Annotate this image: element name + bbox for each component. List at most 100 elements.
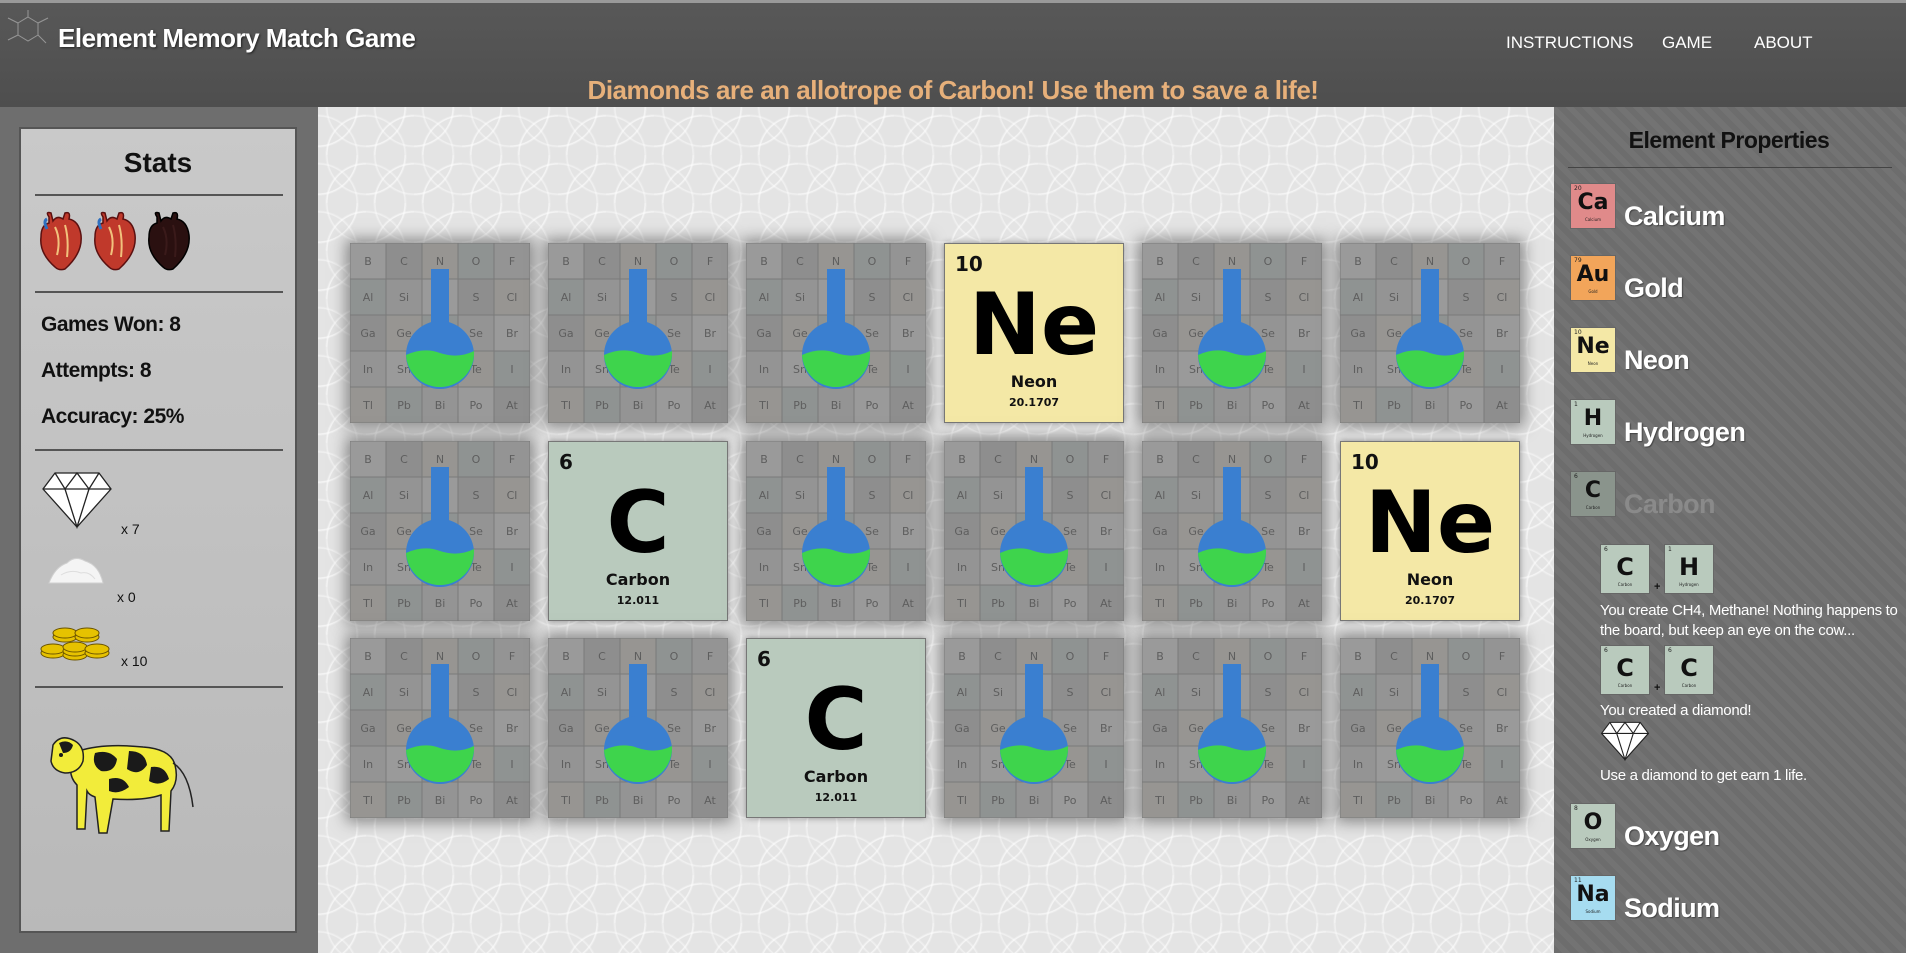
svg-text:Si: Si <box>795 291 805 304</box>
element-name-gold[interactable]: Gold <box>1624 273 1684 304</box>
card-hidden[interactable]: BCNOFAlSiPSClGaGeAsSeBrInSnSbTeITlPbBiPo… <box>1142 638 1322 818</box>
card-hidden[interactable]: BCNOFAlSiPSClGaGeAsSeBrInSnSbTeITlPbBiPo… <box>746 243 926 423</box>
svg-text:N: N <box>832 453 840 466</box>
element-tile-hydrogen[interactable]: 1 H Hydrogen <box>1570 399 1616 445</box>
svg-text:Ge: Ge <box>396 327 412 340</box>
card-neon[interactable]: 10 Ne Neon 20.1707 <box>1340 441 1520 621</box>
card-hidden[interactable]: BCNOFAlSiPSClGaGeAsSeBrInSnSbTeITlPbBiPo… <box>350 441 530 621</box>
element-name-calcium[interactable]: Calcium <box>1624 201 1725 232</box>
svg-text:Ge: Ge <box>990 722 1006 735</box>
svg-text:Pb: Pb <box>1189 399 1203 412</box>
svg-text:Pb: Pb <box>1189 794 1203 807</box>
svg-text:Si: Si <box>597 291 607 304</box>
svg-text:N: N <box>832 255 840 268</box>
flask-icon: BCNOFAlSiPSClGaGeAsSeBrInSnSbTeITlPbBiPo… <box>746 243 926 423</box>
svg-text:Al: Al <box>759 489 770 502</box>
svg-text:Cl: Cl <box>705 291 716 304</box>
svg-text:S: S <box>1265 686 1272 699</box>
element-tile-sodium[interactable]: 11 Na Sodium <box>1570 875 1616 921</box>
svg-text:I: I <box>510 363 513 376</box>
svg-text:Tl: Tl <box>560 399 571 412</box>
svg-text:Br: Br <box>1100 525 1113 538</box>
svg-text:F: F <box>1103 650 1109 663</box>
element-name-oxygen[interactable]: Oxygen <box>1624 821 1720 852</box>
nav-instructions[interactable]: INSTRUCTIONS <box>1506 33 1634 53</box>
svg-text:N: N <box>436 453 444 466</box>
heart-life-icon <box>40 211 82 271</box>
svg-text:Bi: Bi <box>831 399 842 412</box>
game-board: BCNOFAlSiPSClGaGeAsSeBrInSnSbTeITlPbBiPo… <box>318 107 1554 953</box>
tile-symbol: Ca <box>1577 190 1609 215</box>
svg-text:Cl: Cl <box>1101 686 1112 699</box>
element-tile-oxygen[interactable]: 8 O Oxygen <box>1570 803 1616 849</box>
salt-count: x 0 <box>117 589 136 605</box>
card-carbon[interactable]: 6 C Carbon 12.011 <box>746 638 926 818</box>
svg-text:Al: Al <box>1155 686 1166 699</box>
svg-text:Br: Br <box>704 722 717 735</box>
element-tile-neon[interactable]: 10 Ne Neon <box>1570 327 1616 373</box>
card-neon[interactable]: 10 Ne Neon 20.1707 <box>944 243 1124 423</box>
card-carbon[interactable]: 6 C Carbon 12.011 <box>548 441 728 621</box>
svg-text:Po: Po <box>470 597 483 610</box>
accuracy: Accuracy: 25% <box>41 405 184 428</box>
svg-text:N: N <box>1426 255 1434 268</box>
svg-text:I: I <box>1500 363 1503 376</box>
card-hidden[interactable]: BCNOFAlSiPSClGaGeAsSeBrInSnSbTeITlPbBiPo… <box>1340 243 1520 423</box>
svg-text:Br: Br <box>1298 327 1311 340</box>
svg-text:In: In <box>1353 758 1363 771</box>
svg-text:Cl: Cl <box>507 489 518 502</box>
attempts: Attempts: 8 <box>41 359 152 382</box>
svg-text:Br: Br <box>1100 722 1113 735</box>
svg-text:Cl: Cl <box>1101 489 1112 502</box>
tile-symbol: Ne <box>1576 334 1610 359</box>
svg-text:Br: Br <box>506 327 519 340</box>
card-hidden[interactable]: BCNOFAlSiPSClGaGeAsSeBrInSnSbTeITlPbBiPo… <box>1340 638 1520 818</box>
svg-text:Se: Se <box>1063 722 1077 735</box>
element-name-hydrogen[interactable]: Hydrogen <box>1624 417 1746 448</box>
svg-text:S: S <box>1265 489 1272 502</box>
diamond-icon[interactable] <box>41 471 113 529</box>
card-hidden[interactable]: BCNOFAlSiPSClGaGeAsSeBrInSnSbTeITlPbBiPo… <box>944 441 1124 621</box>
card-hidden[interactable]: BCNOFAlSiPSClGaGeAsSeBrInSnSbTeITlPbBiPo… <box>944 638 1124 818</box>
svg-text:Ge: Ge <box>594 722 610 735</box>
card-hidden[interactable]: BCNOFAlSiPSClGaGeAsSeBrInSnSbTeITlPbBiPo… <box>1142 441 1322 621</box>
svg-text:Se: Se <box>1459 722 1473 735</box>
svg-text:I: I <box>1104 758 1107 771</box>
card-hidden[interactable]: BCNOFAlSiPSClGaGeAsSeBrInSnSbTeITlPbBiPo… <box>350 243 530 423</box>
element-tile-carbon[interactable]: 6 C Carbon <box>1570 471 1616 517</box>
element-name-sodium[interactable]: Sodium <box>1624 893 1720 924</box>
nav-about[interactable]: ABOUT <box>1754 33 1813 53</box>
svg-text:At: At <box>902 399 914 412</box>
element-tile-calcium[interactable]: 20 Ca Calcium <box>1570 183 1616 229</box>
card-hidden[interactable]: BCNOFAlSiPSClGaGeAsSeBrInSnSbTeITlPbBiPo… <box>548 638 728 818</box>
svg-text:C: C <box>994 650 1002 663</box>
nav-game[interactable]: GAME <box>1662 33 1712 53</box>
card-hidden[interactable]: BCNOFAlSiPSClGaGeAsSeBrInSnSbTeITlPbBiPo… <box>746 441 926 621</box>
diamond-usage-text: Use a diamond to get earn 1 life. <box>1600 767 1807 784</box>
element-tile-gold[interactable]: 79 Au Gold <box>1570 255 1616 301</box>
card-hidden[interactable]: BCNOFAlSiPSClGaGeAsSeBrInSnSbTeITlPbBiPo… <box>548 243 728 423</box>
svg-text:O: O <box>1264 255 1273 268</box>
svg-text:Bi: Bi <box>435 399 446 412</box>
svg-text:Pb: Pb <box>793 597 807 610</box>
card-hidden[interactable]: BCNOFAlSiPSClGaGeAsSeBrInSnSbTeITlPbBiPo… <box>350 638 530 818</box>
gold-coins-icon <box>40 627 110 661</box>
svg-text:Pb: Pb <box>991 597 1005 610</box>
tile-number: 6 <box>1574 473 1578 480</box>
svg-text:Br: Br <box>1496 722 1509 735</box>
svg-text:At: At <box>704 794 716 807</box>
combo-carbon-tile: 6 C Carbon <box>1664 645 1714 695</box>
card-hidden[interactable]: BCNOFAlSiPSClGaGeAsSeBrInSnSbTeITlPbBiPo… <box>1142 243 1322 423</box>
svg-text:C: C <box>400 650 408 663</box>
svg-text:Tl: Tl <box>956 597 967 610</box>
element-name-neon[interactable]: Neon <box>1624 345 1690 376</box>
svg-text:B: B <box>364 255 372 268</box>
flask-icon: BCNOFAlSiPSClGaGeAsSeBrInSnSbTeITlPbBiPo… <box>1142 441 1322 621</box>
atomic-number: 10 <box>955 252 983 276</box>
svg-text:Br: Br <box>902 327 915 340</box>
flask-icon: BCNOFAlSiPSClGaGeAsSeBrInSnSbTeITlPbBiPo… <box>548 243 728 423</box>
element-name-carbon[interactable]: Carbon <box>1624 489 1716 520</box>
svg-text:N: N <box>1228 650 1236 663</box>
svg-text:Cl: Cl <box>1299 686 1310 699</box>
svg-text:Br: Br <box>506 525 519 538</box>
